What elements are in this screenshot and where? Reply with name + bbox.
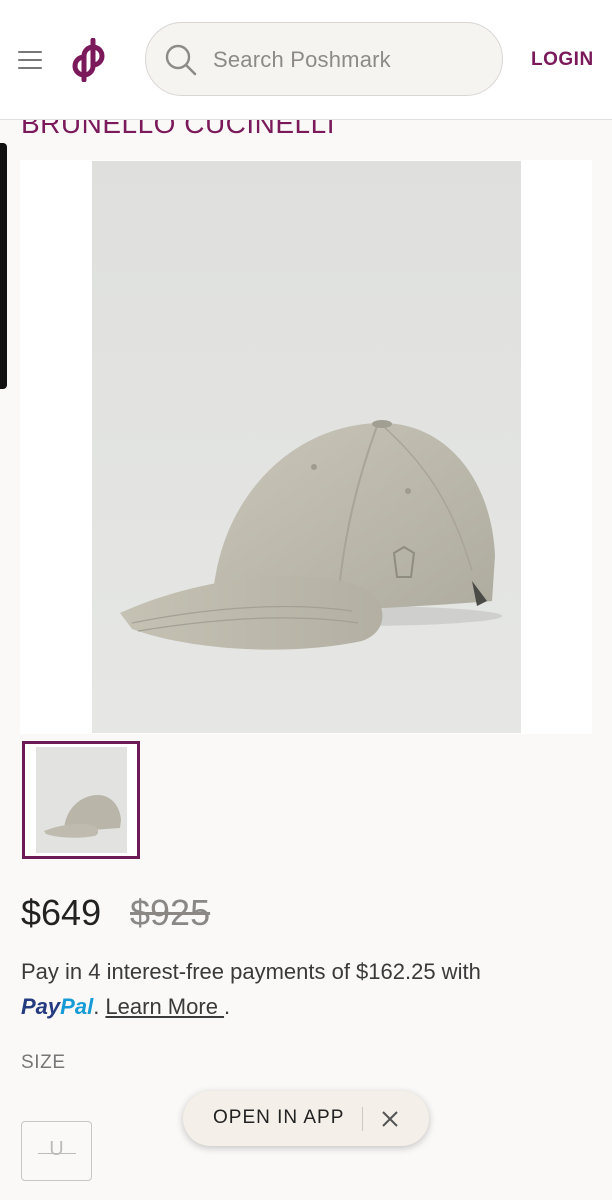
login-button[interactable]: LOGIN [531,49,594,71]
size-option[interactable]: U [21,1121,92,1181]
divider [362,1107,363,1131]
open-in-app-button[interactable]: OPEN IN APP [213,1107,344,1129]
search-input[interactable]: Search Poshmark [145,22,503,96]
close-icon[interactable] [376,1105,404,1133]
sentence-end: . [224,994,231,1019]
learn-more-link[interactable]: Learn More [105,994,224,1019]
edge-scroll-indicator [0,143,7,389]
thumbnail-selected[interactable] [22,741,140,859]
menu-icon[interactable] [18,50,44,70]
size-option-label: U [49,1138,64,1160]
paypal-logo-suffix: . [93,994,106,1019]
installments-text: Pay in 4 interest-free payments of $162.… [21,959,481,984]
main-product-image[interactable] [92,161,521,733]
paypal-logo: PayPal [21,994,94,1019]
poshmark-logo-icon[interactable] [72,37,114,83]
thumbnail-image [36,747,127,853]
page: Search Poshmark LOGIN BRUNELLO CUCINELLI [0,0,612,1200]
search-placeholder: Search Poshmark [213,47,391,72]
open-in-app-banner: OPEN IN APP [183,1091,429,1146]
current-price: $649 [21,892,102,933]
search-icon [164,43,198,77]
paypal-row: PayPal. Learn More . [21,994,230,1020]
size-unavailable-strike [38,1153,76,1154]
top-header: Search Poshmark LOGIN [0,0,612,120]
size-label: SIZE [21,1052,66,1073]
original-price: $925 [130,892,211,933]
